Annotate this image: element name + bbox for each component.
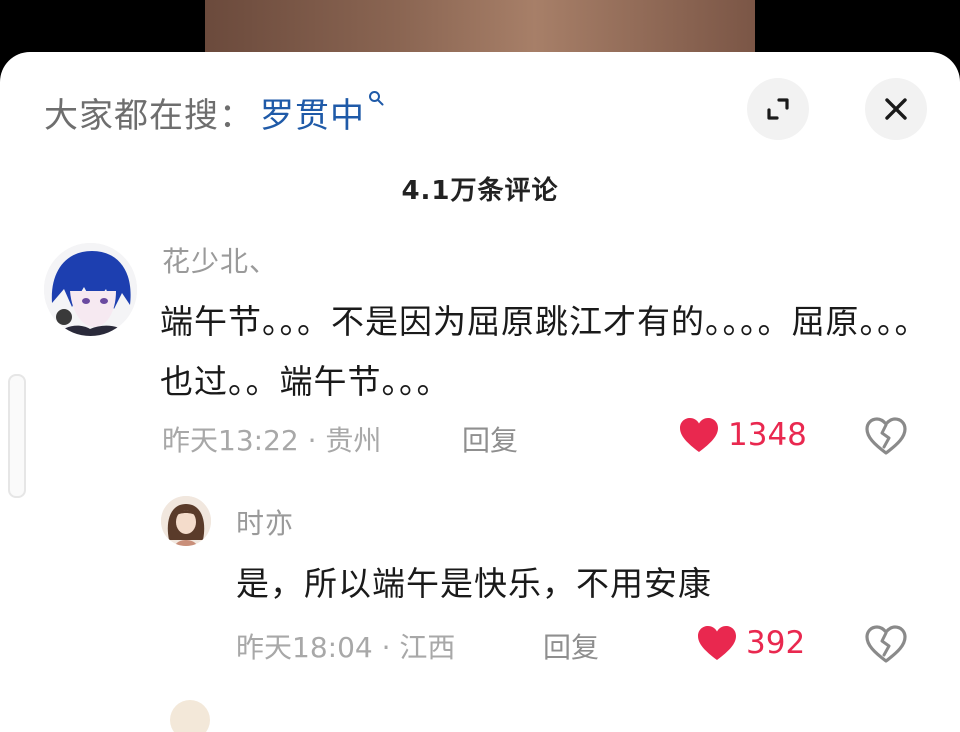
- dislike-button[interactable]: [864, 416, 908, 460]
- avatar[interactable]: [161, 496, 211, 546]
- comment-username[interactable]: 花少北、: [162, 240, 278, 280]
- heart-icon: [680, 418, 718, 452]
- dislike-button[interactable]: [864, 624, 908, 668]
- search-icon: [368, 89, 384, 111]
- heart-icon: [698, 626, 736, 660]
- comment-count-title: 4.1万条评论: [401, 176, 559, 206]
- trending-search-term[interactable]: 罗贯中: [260, 88, 365, 137]
- reply-timestamp-location: 昨天18:04 · 江西: [236, 631, 456, 664]
- reply-button[interactable]: 回复: [543, 626, 599, 666]
- reply-text: 是，所以端午是快乐，不用安康: [236, 564, 712, 603]
- expand-icon: [767, 98, 789, 120]
- close-button[interactable]: [865, 78, 927, 140]
- broken-heart-icon: [865, 625, 907, 663]
- trending-search-bar[interactable]: 大家都在搜： 罗贯中: [44, 88, 384, 137]
- expand-button[interactable]: [747, 78, 809, 140]
- avatar[interactable]: [170, 700, 210, 732]
- avatar[interactable]: [44, 243, 137, 336]
- scroll-indicator[interactable]: [8, 374, 26, 498]
- like-button[interactable]: 392: [696, 624, 805, 662]
- close-icon: [885, 98, 907, 120]
- comment-timestamp-location: 昨天13:22 · 贵州: [162, 424, 382, 457]
- comment-text: 端午节。。。不是因为屈原跳江才有的。。。。屈原。。。也过。。端午节。。。: [160, 302, 929, 401]
- reply-username[interactable]: 时亦: [236, 502, 294, 542]
- video-preview: [205, 0, 755, 60]
- like-button[interactable]: 1348: [678, 416, 807, 454]
- broken-heart-icon: [865, 417, 907, 455]
- comments-sheet: 大家都在搜： 罗贯中 4.1万条评论 花少北、 端午节。。。不是因为屈原跳江才有…: [0, 52, 960, 732]
- reply-button[interactable]: 回复: [462, 419, 518, 459]
- like-count: 392: [746, 625, 806, 661]
- like-count: 1348: [728, 417, 807, 453]
- trending-search-label: 大家都在搜：: [44, 95, 254, 136]
